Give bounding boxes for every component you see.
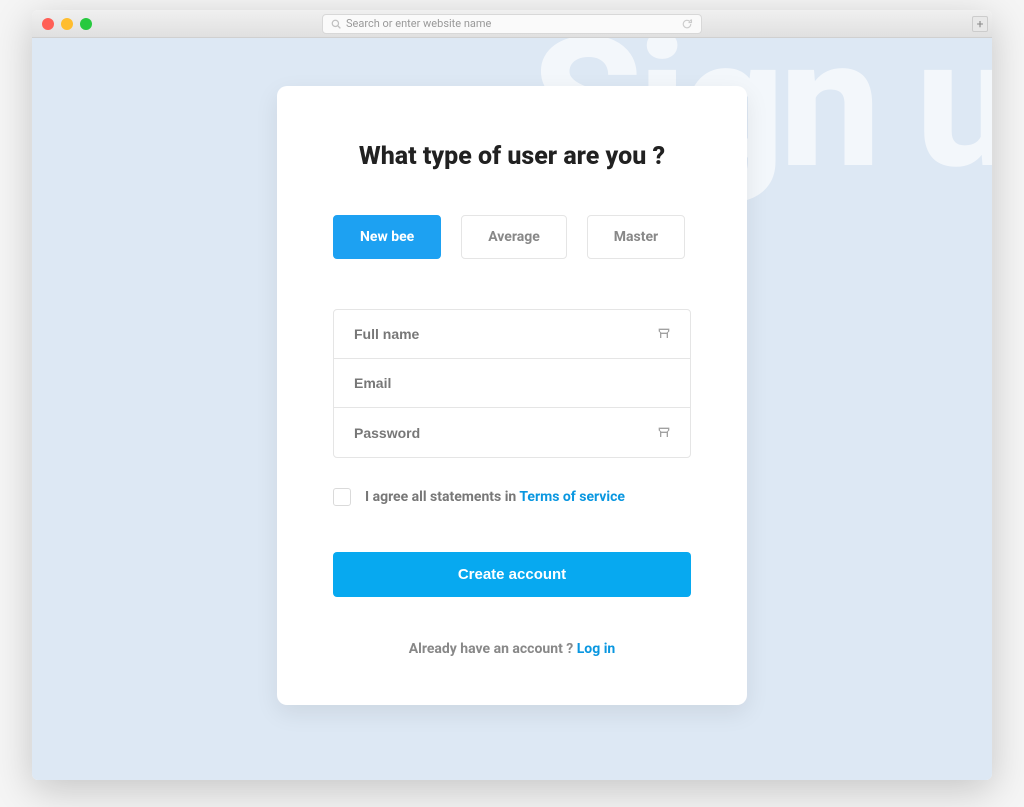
store-icon bbox=[656, 425, 672, 441]
login-prefix: Already have an account ? bbox=[409, 641, 577, 657]
signup-card: What type of user are you ? New bee Aver… bbox=[277, 86, 747, 705]
store-icon bbox=[656, 326, 672, 342]
user-type-average[interactable]: Average bbox=[461, 215, 567, 259]
minimize-window-button[interactable] bbox=[61, 18, 73, 30]
card-title: What type of user are you ? bbox=[333, 142, 691, 171]
email-field-row bbox=[334, 359, 690, 408]
password-field-row bbox=[334, 408, 690, 457]
close-window-button[interactable] bbox=[42, 18, 54, 30]
email-input[interactable] bbox=[354, 375, 670, 391]
terms-row: I agree all statements in Terms of servi… bbox=[333, 488, 691, 506]
address-bar[interactable]: Search or enter website name bbox=[322, 14, 702, 34]
create-account-button[interactable]: Create account bbox=[333, 552, 691, 597]
user-type-master[interactable]: Master bbox=[587, 215, 685, 259]
search-icon bbox=[331, 19, 341, 29]
terms-label: I agree all statements in Terms of servi… bbox=[365, 489, 625, 505]
user-type-new-bee[interactable]: New bee bbox=[333, 215, 441, 259]
password-input[interactable] bbox=[354, 425, 670, 441]
terms-prefix: I agree all statements in bbox=[365, 489, 519, 505]
refresh-icon[interactable] bbox=[681, 18, 693, 30]
address-placeholder: Search or enter website name bbox=[346, 17, 491, 30]
traffic-lights bbox=[42, 18, 92, 30]
form-fields bbox=[333, 309, 691, 458]
login-prompt: Already have an account ? Log in bbox=[333, 641, 691, 657]
terms-link[interactable]: Terms of service bbox=[519, 489, 625, 505]
fullname-field-row bbox=[334, 310, 690, 359]
new-tab-button[interactable]: + bbox=[972, 16, 988, 32]
login-link[interactable]: Log in bbox=[577, 641, 616, 657]
fullname-input[interactable] bbox=[354, 326, 670, 342]
page-content: Sign u What type of user are you ? New b… bbox=[32, 38, 992, 780]
browser-window: Search or enter website name + Sign u Wh… bbox=[32, 10, 992, 780]
user-type-group: New bee Average Master bbox=[333, 215, 691, 259]
terms-checkbox[interactable] bbox=[333, 488, 351, 506]
maximize-window-button[interactable] bbox=[80, 18, 92, 30]
browser-chrome: Search or enter website name + bbox=[32, 10, 992, 38]
